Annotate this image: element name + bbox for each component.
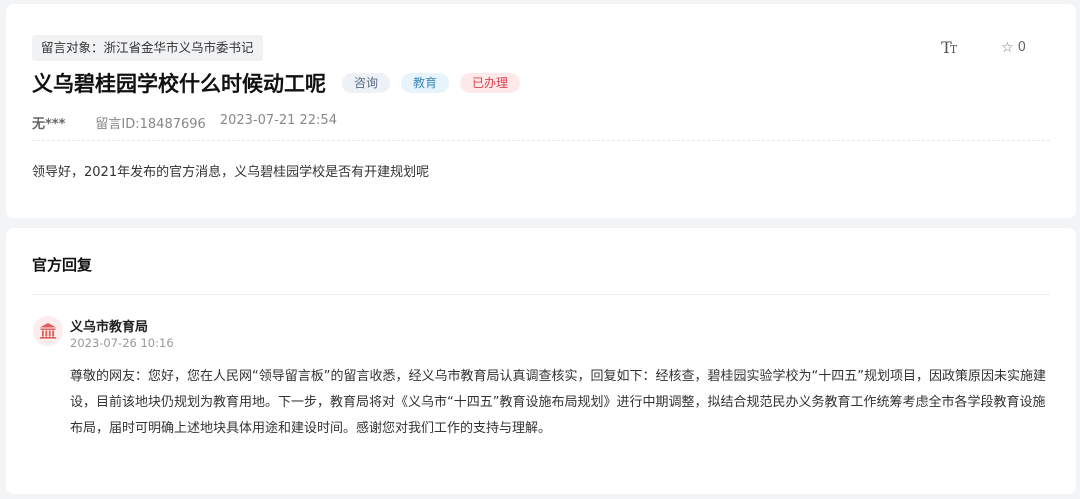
divider: [32, 140, 1050, 141]
title-row: 义乌碧桂园学校什么时候动工呢 咨询 教育 已办理: [32, 68, 531, 98]
font-size-icon: TT: [941, 38, 957, 57]
page-title: 义乌碧桂园学校什么时候动工呢: [32, 72, 326, 96]
status-badge: 已办理: [460, 73, 521, 93]
reply-body: 尊敬的网友：您好，您在人民网“领导留言板”的留言收悉，经义乌市教育局认真调查核实…: [70, 369, 1046, 436]
message-card: 留言对象：浙江省金华市义乌市委书记 TT ☆ 0 义乌碧桂园学校什么时候动工呢 …: [6, 4, 1076, 218]
reply-org-name: 义乌市教育局: [70, 320, 149, 335]
favorite-button[interactable]: ☆ 0: [1001, 40, 1026, 56]
message-toolbar: TT ☆ 0: [941, 38, 1026, 57]
reply-card: 官方回复 义乌市教育局 2023-07-26 10:16 尊敬的网友：您好，您在…: [6, 228, 1076, 494]
message-target-tag: 留言对象：浙江省金华市义乌市委书记: [32, 35, 263, 61]
message-content: 领导好，2021年发布的官方消息，义乌碧桂园学校是否有开建规划呢: [32, 165, 430, 180]
font-size-button[interactable]: TT: [941, 38, 957, 57]
reply-section-title: 官方回复: [32, 256, 93, 274]
star-icon: ☆: [1001, 39, 1014, 56]
reply-time: 2023-07-26 10:16: [70, 336, 174, 350]
government-building-icon: [33, 316, 63, 346]
favorite-count: 0: [1017, 40, 1026, 55]
message-author: 无***: [32, 117, 66, 132]
message-time: 2023-07-21 22:54: [219, 113, 337, 128]
divider: [32, 294, 1050, 295]
message-meta: 无*** 留言ID:18487696 2023-07-21 22:54: [32, 113, 337, 132]
message-id: 留言ID:18487696: [95, 117, 206, 132]
category-badge[interactable]: 教育: [401, 73, 450, 93]
type-badge[interactable]: 咨询: [342, 73, 391, 93]
